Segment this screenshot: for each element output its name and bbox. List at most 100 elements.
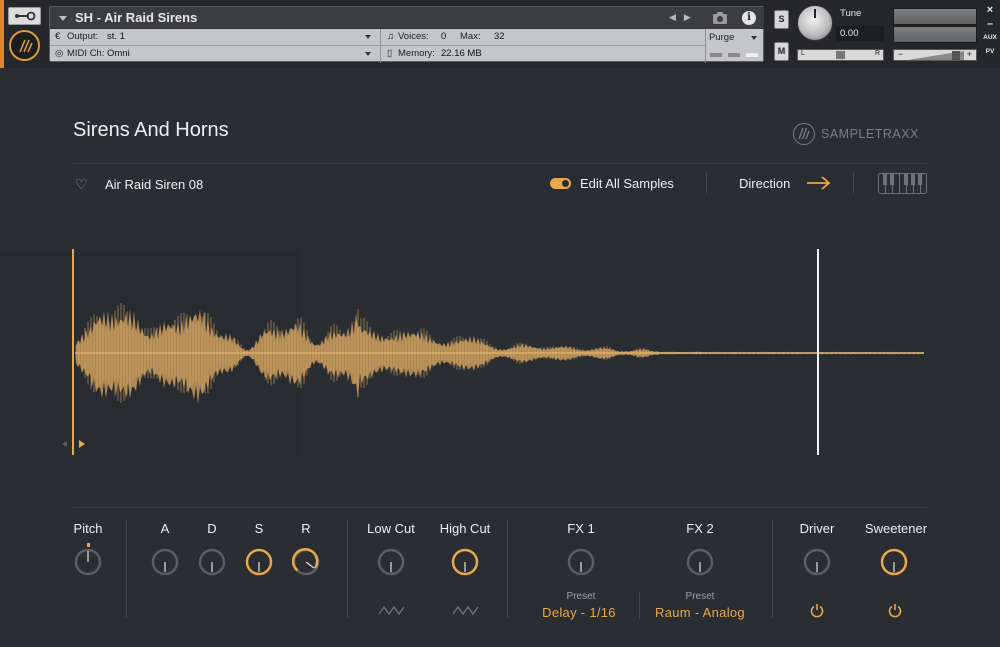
output-row: € Output: st. 1 ♫ Voices: 0 Max: 32 [50, 29, 705, 45]
edit-all-label[interactable]: Edit All Samples [580, 176, 674, 191]
brand-logo: SAMPLETRAXX [793, 123, 919, 145]
purge-menu[interactable]: Purge [709, 32, 734, 43]
pan-right-label: R [874, 50, 880, 57]
pitch-label: Pitch [73, 521, 103, 536]
fx2-preset-label: Preset [685, 591, 715, 602]
output-dropdown-icon[interactable] [365, 35, 371, 39]
fx2-label: FX 2 [686, 521, 714, 536]
direction-label[interactable]: Direction [739, 176, 790, 191]
brand-name: SAMPLETRAXX [821, 127, 919, 141]
divider [639, 592, 640, 619]
divider [772, 520, 773, 618]
midi-label: MIDI Ch: [67, 48, 105, 59]
fx2-preset-select[interactable]: Raum - Analog [655, 605, 745, 620]
pan-slider[interactable]: L R [797, 49, 884, 61]
attack-knob[interactable] [151, 548, 179, 576]
pan-left-label: L [801, 50, 805, 57]
volume-ramp-icon [908, 51, 964, 60]
volume-slider[interactable]: − + [893, 49, 977, 61]
tune-label: Tune [840, 8, 862, 19]
waveform-shape [76, 309, 924, 405]
low-cut-label: Low Cut [367, 521, 415, 536]
driver-label: Driver [799, 521, 835, 536]
tune-knob[interactable] [797, 5, 833, 41]
sweetener-knob[interactable] [880, 548, 908, 576]
mute-button[interactable]: M [774, 42, 789, 61]
wrench-icon[interactable] [8, 7, 41, 25]
memory-icon: ▯ [387, 48, 393, 59]
info-icon: i [742, 11, 756, 25]
instrument-window: SH - Air Raid Sirens ◀▶ i € Output: st. … [0, 0, 1000, 647]
fx1-label: FX 1 [567, 521, 595, 536]
midi-channel-select[interactable]: Omni [107, 46, 130, 62]
voices-icon: ♫ [387, 31, 395, 42]
camera-icon[interactable] [705, 7, 735, 29]
fx1-preset-label: Preset [566, 591, 596, 602]
divider [347, 520, 348, 618]
high-cut-label: High Cut [439, 521, 491, 536]
high-cut-wave-icon[interactable] [452, 604, 480, 616]
max-label: Max: [460, 31, 481, 42]
info-button[interactable]: i [735, 7, 764, 29]
header-divider [73, 163, 927, 164]
memory-value: 22.16 MB [441, 48, 482, 59]
pan-handle[interactable] [836, 51, 845, 59]
collapse-icon[interactable] [59, 16, 67, 21]
volume-plus[interactable]: + [967, 49, 972, 59]
instrument-info-panel: SH - Air Raid Sirens ◀▶ i € Output: st. … [49, 6, 764, 63]
sustain-knob[interactable] [245, 548, 273, 576]
decay-knob[interactable] [198, 548, 226, 576]
divider [853, 173, 854, 193]
close-icon[interactable]: × [982, 3, 998, 17]
pitch-center-mark [87, 543, 90, 547]
divider [507, 520, 508, 618]
controls-divider [73, 507, 927, 508]
output-label: Output: [67, 31, 99, 42]
midi-row: ◎ MIDI Ch: Omni ▯ Memory: 22.16 MB [50, 46, 705, 62]
level-meter-left [893, 8, 977, 25]
midi-icon: ◎ [55, 48, 64, 59]
edit-all-toggle[interactable] [550, 178, 571, 189]
release-knob[interactable] [292, 548, 320, 576]
instrument-name[interactable]: SH - Air Raid Sirens [75, 10, 197, 25]
divider [705, 29, 706, 63]
favorite-heart-icon[interactable]: ♡ [75, 176, 88, 193]
volume-minus[interactable]: − [898, 49, 903, 59]
solo-button[interactable]: S [774, 10, 789, 29]
pitch-knob[interactable] [74, 548, 102, 576]
high-cut-knob[interactable] [451, 548, 479, 576]
aux-button[interactable]: AUX [982, 31, 998, 45]
fx1-knob[interactable] [567, 548, 595, 576]
fx1-preset-select[interactable]: Delay - 1/16 [542, 605, 616, 620]
instrument-logo-icon [9, 30, 40, 61]
tune-value[interactable]: 0.00 [836, 26, 884, 41]
max-voices-value[interactable]: 32 [494, 29, 505, 45]
output-select[interactable]: st. 1 [107, 29, 125, 45]
memory-label: Memory: [398, 48, 435, 59]
midi-dropdown-icon[interactable] [365, 52, 371, 56]
instrument-title-bar: SH - Air Raid Sirens ◀▶ [50, 7, 705, 29]
waveform-display[interactable] [0, 220, 1000, 480]
decay-label: D [207, 521, 217, 536]
direction-arrow-icon[interactable] [806, 175, 832, 191]
low-cut-knob[interactable] [377, 548, 405, 576]
fx2-knob[interactable] [686, 548, 714, 576]
sweetener-power-icon[interactable] [888, 603, 902, 618]
sample-name[interactable]: Air Raid Siren 08 [105, 177, 203, 192]
driver-knob[interactable] [803, 548, 831, 576]
kontakt-header: SH - Air Raid Sirens ◀▶ i € Output: st. … [0, 0, 1000, 68]
selected-strip [0, 0, 4, 68]
minimize-icon[interactable]: – [982, 17, 998, 31]
low-cut-wave-icon[interactable] [378, 604, 406, 616]
driver-power-icon[interactable] [810, 603, 824, 618]
purge-dropdown-icon[interactable] [751, 36, 757, 40]
pv-button[interactable]: PV [982, 45, 998, 59]
sampletraxx-logo-icon [793, 123, 815, 145]
divider [706, 173, 707, 193]
voices-value: 0 [441, 31, 447, 42]
prev-next-arrows[interactable]: ◀▶ [669, 12, 699, 23]
keyboard-icon[interactable] [878, 173, 927, 194]
sustain-label: S [254, 521, 264, 536]
side-buttons: × – AUX PV [982, 3, 998, 59]
attack-label: A [160, 521, 170, 536]
